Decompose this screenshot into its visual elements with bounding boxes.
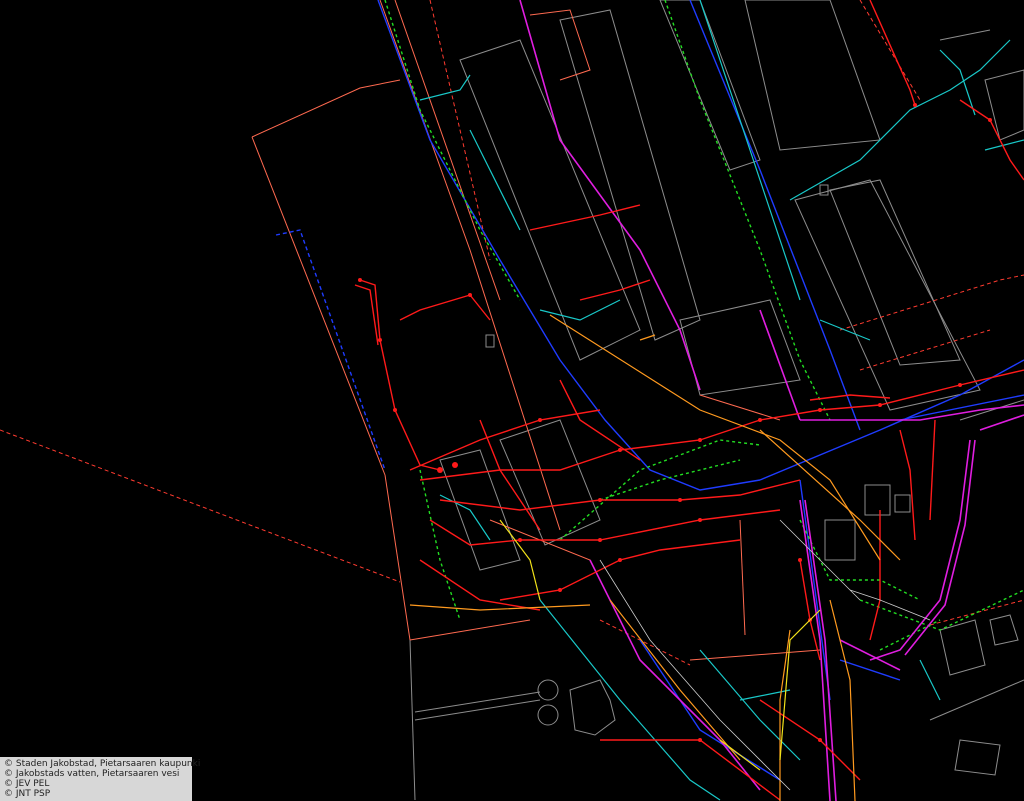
attribution-line-jnt: © JNT PSP: [4, 789, 51, 799]
utility-network-map[interactable]: [0, 0, 1024, 801]
map-attribution: © Staden Jakobstad, Pietarsaaren kaupunk…: [0, 757, 201, 801]
attribution-line-city: © Staden Jakobstad, Pietarsaaren kaupunk…: [4, 759, 201, 769]
attribution-line-water: © Jakobstads vatten, Pietarsaaren vesi: [4, 769, 180, 779]
attribution-line-jev: © JEV PEL: [4, 779, 50, 789]
